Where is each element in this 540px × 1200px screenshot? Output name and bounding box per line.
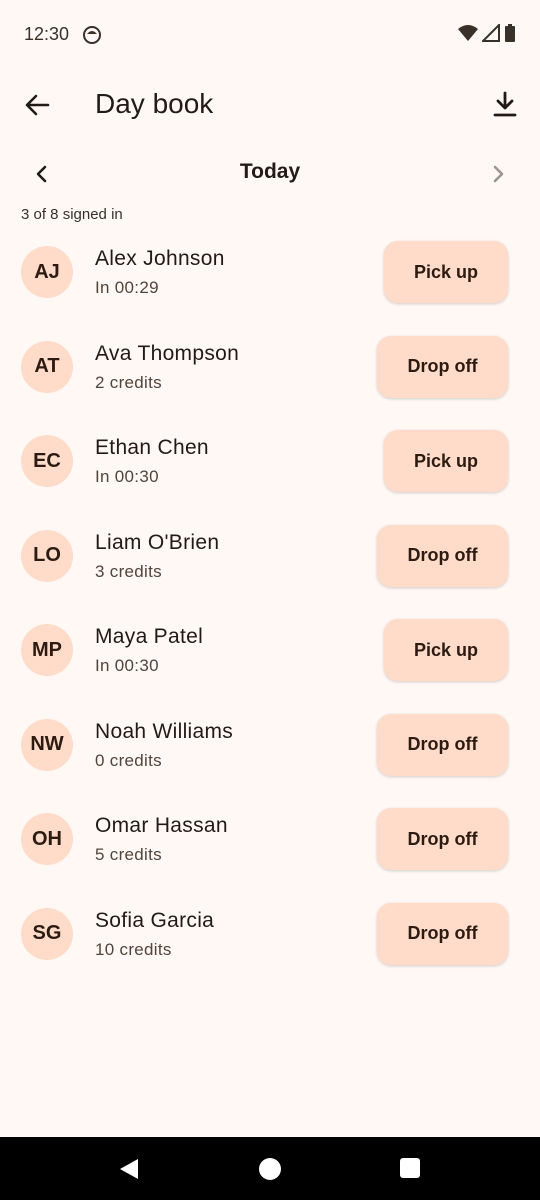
- nav-recents-icon[interactable]: [400, 1158, 420, 1178]
- avatar: NW: [21, 718, 73, 771]
- avatar: OH: [21, 813, 73, 865]
- list-item: NW Noah Williams 0 credits Drop off: [0, 699, 540, 794]
- avatar: AT: [21, 340, 73, 393]
- avatar: LO: [21, 529, 73, 582]
- list-item: AJ Alex Johnson In 00:29 Pick up: [0, 226, 540, 321]
- list-item: EC Ethan Chen In 00:30 Pick up: [0, 415, 540, 510]
- child-name: Maya Patel: [95, 625, 204, 648]
- list-item: OH Omar Hassan 5 credits Drop off: [0, 793, 540, 888]
- drop-off-button[interactable]: Drop off: [377, 808, 508, 870]
- pick-up-button[interactable]: Pick up: [384, 241, 508, 303]
- status-bar: 12:30: [0, 0, 540, 70]
- list-item: AT Ava Thompson 2 credits Drop off: [0, 321, 540, 416]
- wifi-icon: [458, 25, 478, 41]
- signal-icon: [482, 24, 500, 42]
- date-label: Today: [239, 160, 301, 183]
- status-icons: [458, 24, 516, 42]
- nav-home-icon[interactable]: [259, 1158, 281, 1180]
- pick-up-button[interactable]: Pick up: [384, 619, 508, 681]
- list-item: MP Maya Patel In 00:30 Pick up: [0, 604, 540, 699]
- status-time: 12:30: [24, 24, 70, 44]
- avatar: MP: [21, 624, 73, 676]
- child-detail: 3 credits: [95, 561, 162, 581]
- nav-back-icon[interactable]: [118, 1158, 140, 1180]
- signed-in-count: 3 of 8 signed in: [21, 206, 123, 223]
- child-name: Sofia Garcia: [95, 908, 215, 932]
- list-item: SG Sofia Garcia 10 credits Drop off: [0, 888, 540, 983]
- system-nav-bar: [0, 1137, 540, 1200]
- drop-off-button[interactable]: Drop off: [377, 524, 508, 587]
- child-detail: 10 credits: [95, 939, 172, 959]
- avatar: EC: [21, 435, 73, 487]
- child-name: Liam O'Brien: [95, 530, 220, 554]
- avatar: AJ: [21, 246, 73, 298]
- download-icon[interactable]: [488, 88, 522, 122]
- children-list: AJ Alex Johnson In 00:29 Pick up AT Ava …: [0, 226, 540, 982]
- child-detail: 2 credits: [95, 372, 162, 392]
- drop-off-button[interactable]: Drop off: [377, 902, 508, 965]
- child-detail: In 00:30: [95, 656, 159, 675]
- child-detail: 5 credits: [95, 845, 162, 864]
- top-app-bar: Day book: [0, 70, 540, 140]
- drop-off-button[interactable]: Drop off: [377, 335, 508, 398]
- chevron-right-icon[interactable]: [484, 160, 512, 188]
- child-name: Noah Williams: [95, 719, 234, 743]
- child-detail: In 00:30: [95, 467, 159, 486]
- child-name: Alex Johnson: [95, 247, 225, 270]
- child-detail: 0 credits: [95, 750, 162, 770]
- child-detail: In 00:29: [95, 278, 159, 297]
- page-title: Day book: [95, 88, 214, 119]
- child-name: Ethan Chen: [95, 436, 209, 459]
- list-item: LO Liam O'Brien 3 credits Drop off: [0, 510, 540, 605]
- child-name: Omar Hassan: [95, 814, 228, 837]
- pick-up-button[interactable]: Pick up: [384, 430, 508, 492]
- back-arrow-icon[interactable]: [20, 88, 54, 122]
- child-name: Ava Thompson: [95, 341, 240, 365]
- battery-icon: [505, 24, 515, 42]
- app-notification-icon: [83, 26, 101, 44]
- drop-off-button[interactable]: Drop off: [377, 713, 508, 776]
- avatar: SG: [21, 907, 73, 960]
- date-navigator: Today: [0, 150, 540, 196]
